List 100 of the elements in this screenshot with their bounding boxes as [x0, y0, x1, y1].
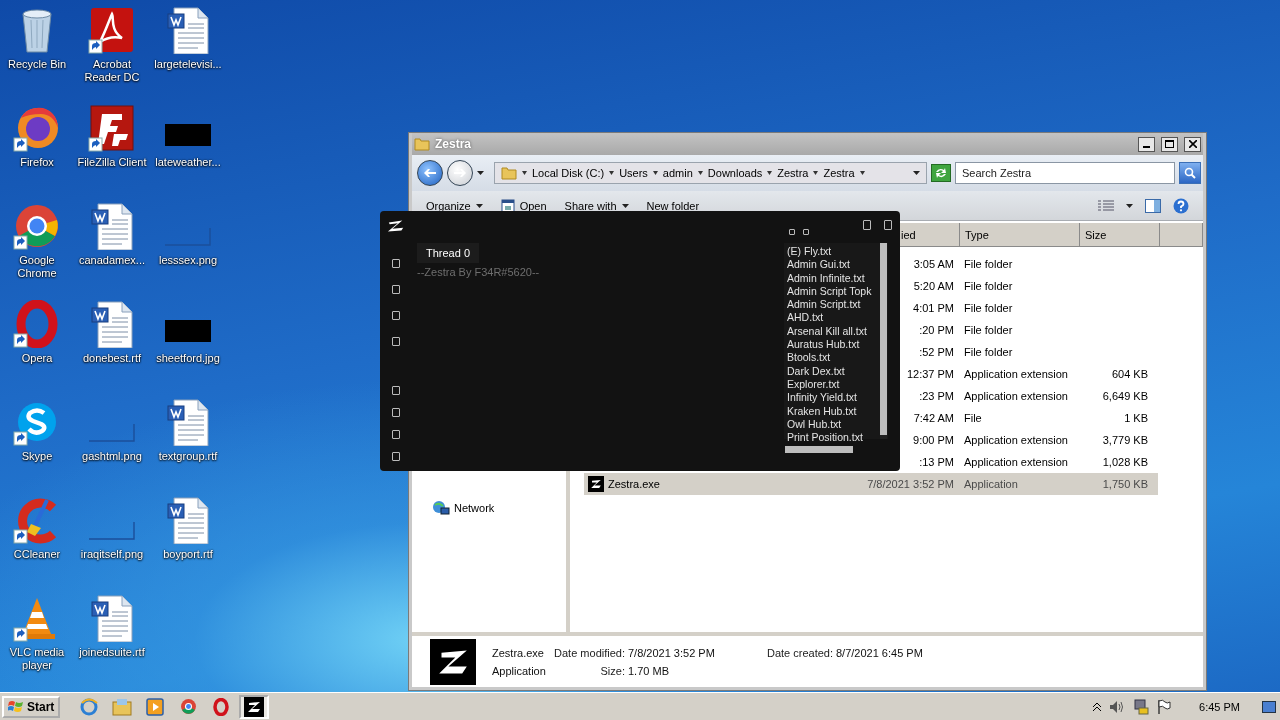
scrollbar-thumb[interactable] — [785, 446, 853, 453]
size-cell: 6,649 KB — [1102, 390, 1148, 402]
sidebar-button[interactable] — [392, 285, 400, 294]
date-cell: 7/8/2021 3:52 PM — [867, 478, 954, 490]
icon-label[interactable]: textgroup.rtf — [152, 450, 224, 463]
icon-label[interactable]: boyport.rtf — [152, 548, 224, 561]
icon-label[interactable]: Skype — [1, 450, 73, 463]
window-title: Zestra — [435, 137, 473, 151]
editor-tab[interactable]: Thread 0 — [417, 243, 480, 263]
breadcrumb-item[interactable]: Local Disk (C:) — [532, 167, 605, 179]
field-value: 7/8/2021 3:52 PM — [628, 646, 716, 659]
preview-pane-icon[interactable] — [1145, 198, 1161, 213]
icon-label[interactable]: CCleaner — [1, 548, 73, 561]
script-item[interactable]: Admin Script.txt — [787, 298, 880, 312]
icon-label[interactable]: lateweather... — [152, 156, 224, 169]
script-item[interactable]: AHD.txt — [787, 311, 880, 325]
script-item[interactable]: Explorer.txt — [787, 377, 880, 392]
icon-label[interactable]: Acrobat Reader DC — [76, 58, 148, 84]
globe-icon — [80, 697, 99, 716]
type-cell: File — [964, 412, 982, 424]
start-button[interactable]: Start — [2, 695, 61, 718]
clock[interactable]: 6:45 PM — [1199, 700, 1240, 713]
history-caret-icon — [477, 171, 484, 175]
address-bar[interactable]: Local Disk (C:) Users admin Downloads Zestra Zestra — [494, 162, 927, 184]
icon-label[interactable]: iraqitself.png — [76, 548, 148, 561]
breadcrumb-item[interactable]: admin — [662, 167, 693, 179]
network-icon[interactable] — [1133, 698, 1150, 715]
type-cell: Application extension — [964, 390, 1068, 402]
toolbar-button[interactable]: New folder — [646, 199, 700, 212]
toolbar-button[interactable]: Organize — [426, 199, 483, 212]
date-cell: :52 PM — [919, 346, 954, 358]
icon-label[interactable]: VLC media player — [1, 646, 73, 672]
icon-label[interactable]: lesssex.png — [152, 254, 224, 267]
script-item[interactable]: Auratus Hub.txt — [787, 338, 880, 352]
column-header[interactable]: ied — [901, 228, 916, 241]
scrollbar-thumb[interactable] — [880, 243, 887, 435]
breadcrumb-item[interactable]: Zestra — [823, 167, 855, 179]
column-header[interactable]: Size — [1085, 228, 1107, 241]
type-cell: File folder — [964, 280, 1013, 292]
speaker-icon[interactable] — [1109, 699, 1126, 714]
nav-item[interactable]: Network — [454, 502, 495, 514]
script-item[interactable]: Btools.txt — [787, 351, 880, 365]
type-cell: Application extension — [964, 368, 1068, 380]
sidebar-button[interactable] — [392, 259, 400, 268]
icon-label[interactable]: Recycle Bin — [1, 58, 73, 71]
script-item[interactable]: Dark Dex.txt — [787, 364, 880, 378]
field-label: Date modified: — [554, 646, 626, 659]
sidebar-button[interactable] — [392, 408, 400, 417]
close-icon — [1188, 140, 1197, 148]
script-item[interactable]: Kraken Hub.txt — [787, 404, 880, 418]
maximize-button[interactable] — [1161, 136, 1178, 152]
sidebar-button[interactable] — [392, 430, 400, 439]
chevron-icon — [859, 170, 865, 176]
script-item[interactable]: Print Position.txt — [787, 431, 880, 445]
size-cell: 3,779 KB — [1102, 434, 1148, 446]
caret-icon — [621, 203, 629, 208]
type-cell: Application — [964, 478, 1018, 490]
sidebar-button[interactable] — [392, 311, 400, 320]
icon-label[interactable]: donebest.rtf — [76, 352, 148, 365]
sidebar-button[interactable] — [392, 452, 400, 461]
script-item[interactable]: Owl Hub.txt — [787, 417, 880, 432]
flag-icon[interactable] — [1157, 698, 1172, 715]
breadcrumb-item[interactable]: Users — [619, 167, 648, 179]
back-button[interactable] — [417, 160, 443, 186]
icon-label[interactable]: sheetford.jpg — [152, 352, 224, 365]
help-icon[interactable] — [1173, 197, 1189, 214]
script-item[interactable]: Infinity Yield.txt — [787, 391, 880, 405]
small-button[interactable] — [789, 229, 795, 235]
icon-label[interactable]: Firefox — [1, 156, 73, 169]
icon-label[interactable]: FileZilla Client — [76, 156, 148, 169]
script-item[interactable]: Admin Infinite.txt — [787, 271, 880, 285]
script-item[interactable]: Arsenal Kill all.txt — [787, 324, 880, 339]
column-header[interactable]: Type — [965, 228, 989, 241]
search-button[interactable] — [1179, 162, 1201, 184]
date-cell: :20 PM — [919, 324, 954, 336]
sidebar-button[interactable] — [392, 386, 400, 395]
chevron-up-icon[interactable] — [1093, 702, 1102, 711]
taskbar-button[interactable] — [239, 694, 270, 719]
script-item[interactable]: (E) Fly.txt — [787, 245, 880, 259]
search-field[interactable]: Search Zestra — [955, 162, 1175, 184]
field-label: Size: — [599, 664, 626, 677]
refresh-icon[interactable] — [931, 164, 951, 182]
icon-label[interactable]: largetelevisi... — [152, 58, 224, 71]
sidebar-button[interactable] — [392, 337, 400, 346]
field-label: Date created: — [765, 646, 834, 659]
breadcrumb-item[interactable]: Zestra — [777, 167, 809, 179]
breadcrumb-item[interactable]: Downloads — [707, 167, 763, 179]
show-desktop-icon[interactable] — [1262, 699, 1276, 714]
forward-button[interactable] — [447, 160, 473, 186]
script-item[interactable]: Admin Script Topk — [787, 284, 880, 299]
date-cell: 12:37 PM — [906, 368, 954, 380]
script-item[interactable]: Admin Gui.txt — [787, 258, 880, 272]
icon-label[interactable]: Opera — [1, 352, 73, 365]
toolbar-button[interactable]: Share with — [564, 199, 629, 212]
small-button[interactable] — [803, 229, 809, 235]
file-type: Application — [492, 664, 547, 677]
icon-label[interactable]: gashtml.png — [76, 450, 148, 463]
icon-label[interactable]: canadamex... — [76, 254, 148, 267]
icon-label[interactable]: Google Chrome — [1, 254, 73, 280]
file-name[interactable]: Zestra.exe — [608, 478, 660, 490]
